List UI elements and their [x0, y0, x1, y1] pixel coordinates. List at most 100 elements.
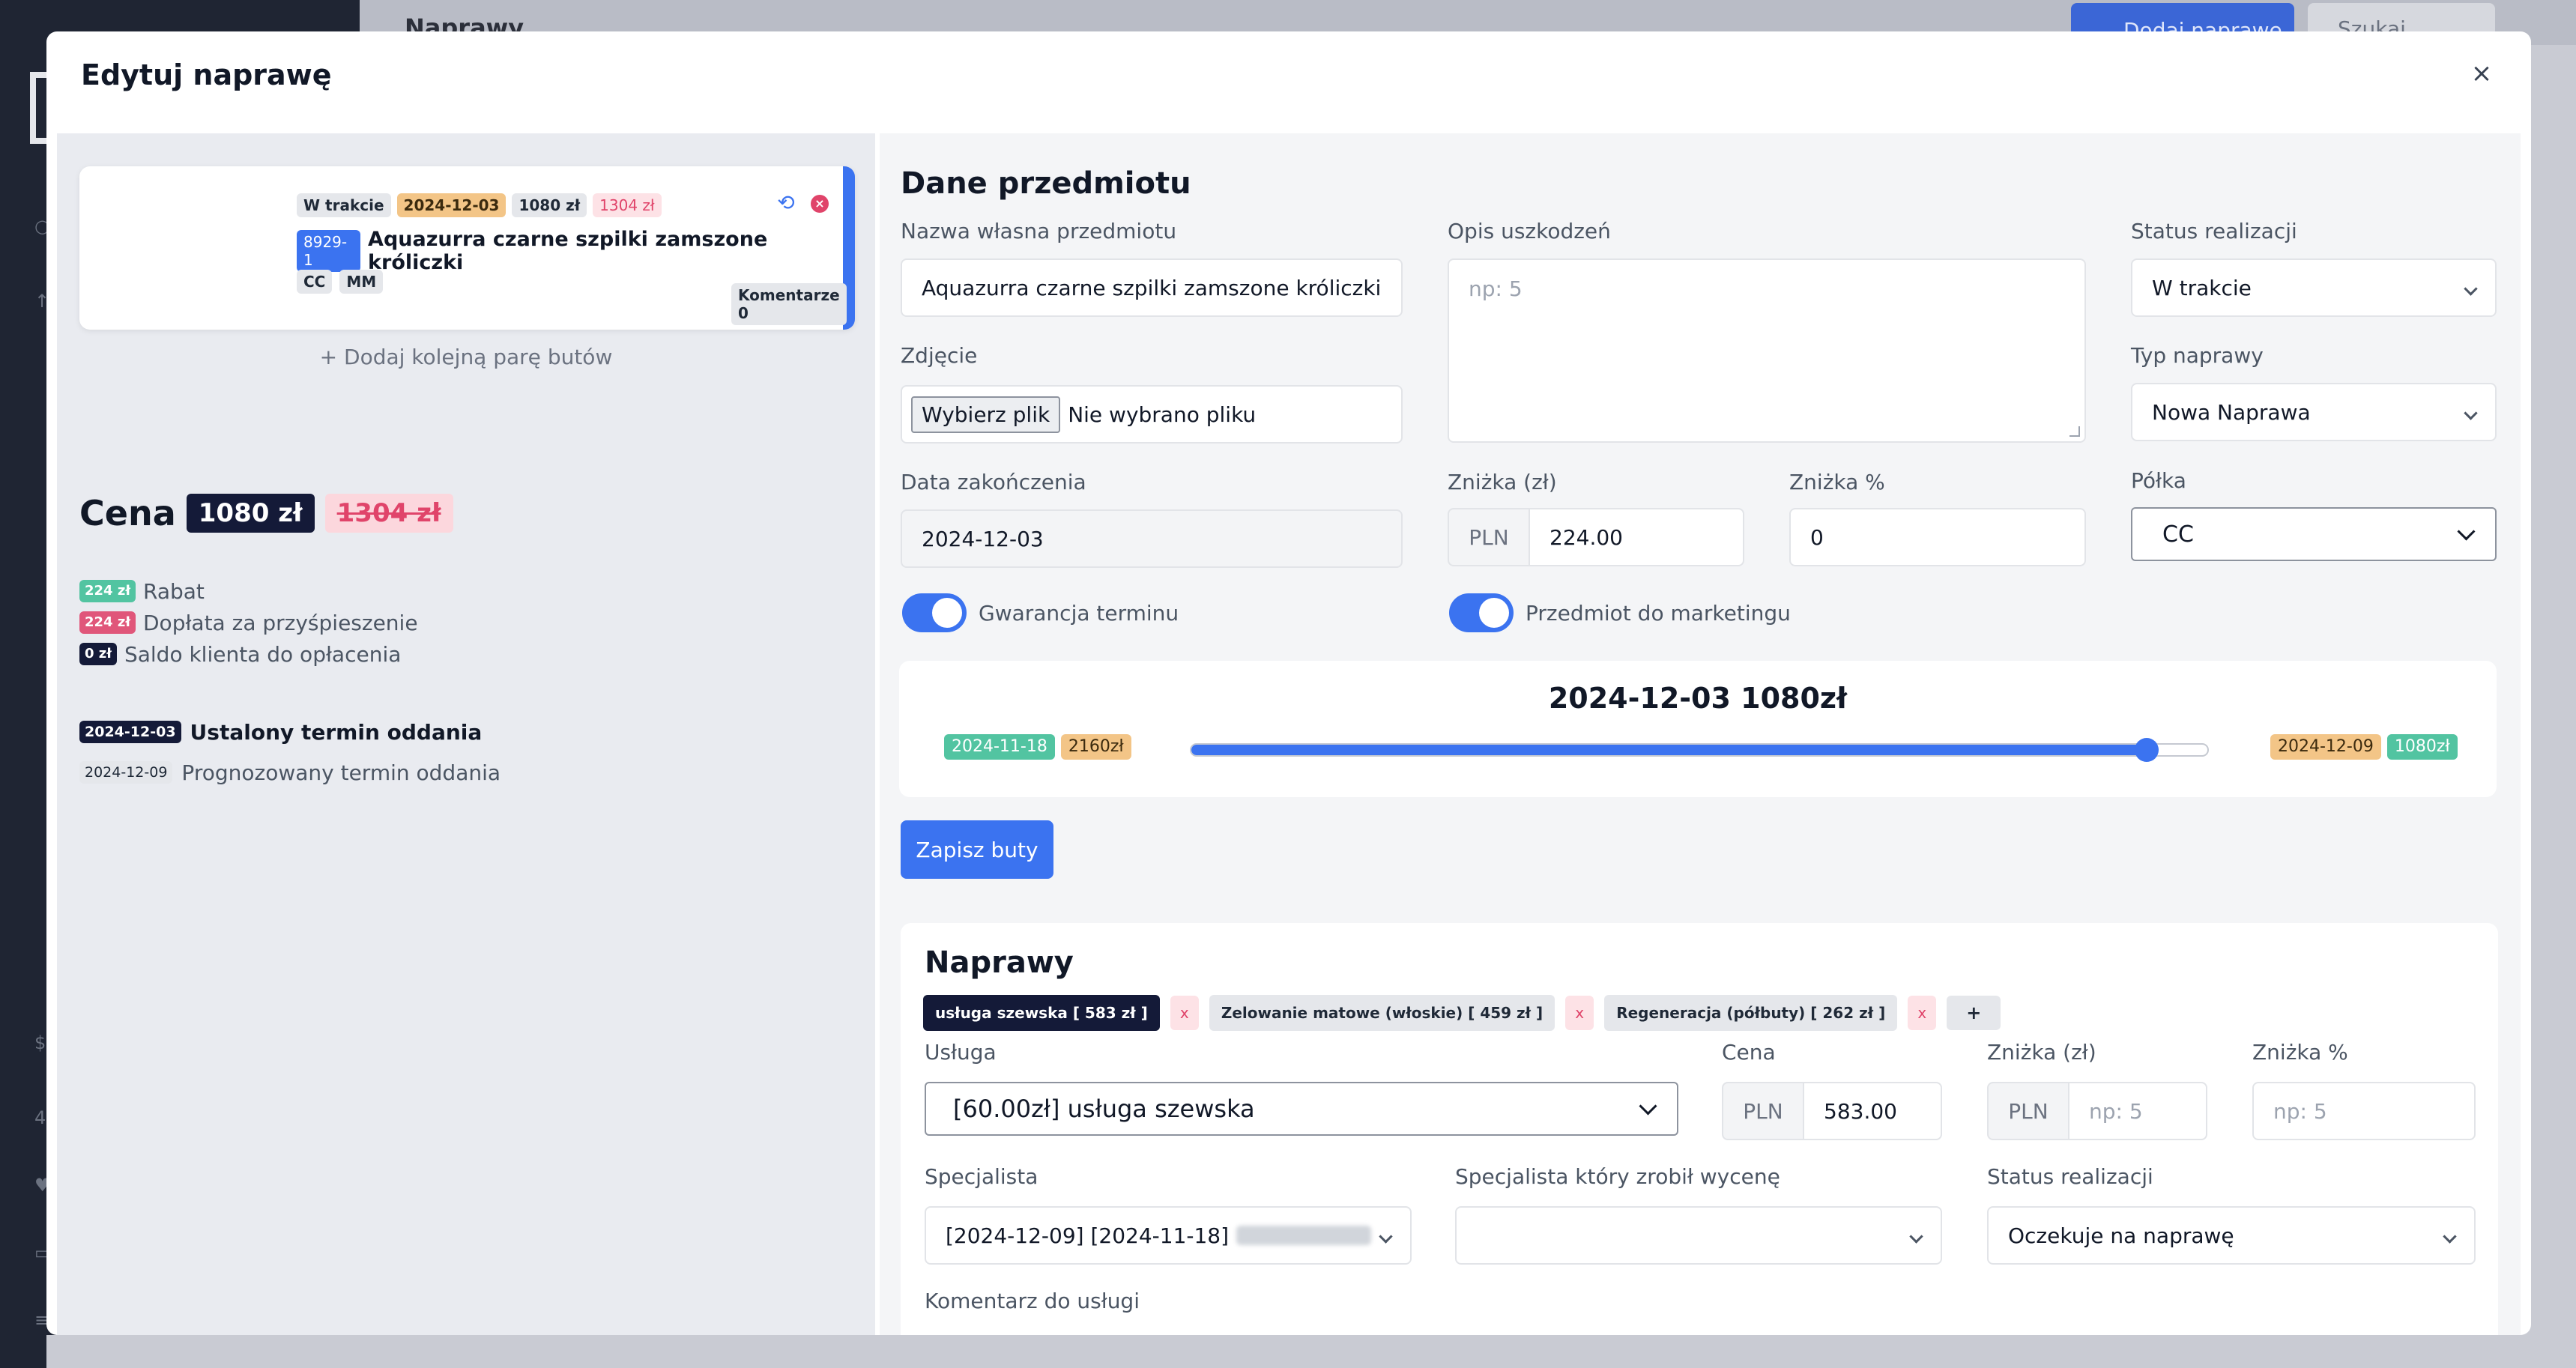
- photo-file-input[interactable]: Wybierz plik Nie wybrano pliku: [901, 385, 1403, 444]
- field-label: Data zakończenia: [901, 470, 1086, 494]
- section-title: Naprawy: [925, 945, 1074, 980]
- slider-min: 2024-11-18 2160zł: [944, 734, 1131, 760]
- item-name-input[interactable]: Aquazurra czarne szpilki zamszone królic…: [901, 258, 1403, 317]
- add-service-button[interactable]: +: [1947, 996, 2001, 1030]
- damage-description-textarea[interactable]: np: 5: [1448, 258, 2086, 443]
- service-chip[interactable]: Zelowanie matowe (włoskie) [ 459 zł ]: [1209, 995, 1555, 1031]
- current-price: 1080 zł: [186, 494, 315, 533]
- blurred-name: [1236, 1226, 1372, 1245]
- term-label: Ustalony termin oddania: [190, 719, 483, 745]
- field-label: Zniżka (zł): [1987, 1040, 2096, 1065]
- field-label: Opis uszkodzeń: [1448, 219, 1611, 243]
- status-select[interactable]: W trakcie: [2131, 258, 2497, 317]
- remove-service-button[interactable]: x: [1565, 996, 1594, 1030]
- deadline-slider-card: 2024-12-03 1080zł 2024-11-18 2160zł 2024…: [899, 661, 2497, 797]
- remove-icon[interactable]: ×: [811, 195, 829, 213]
- field-label: Status realizacji: [2131, 219, 2297, 243]
- repair-type-select[interactable]: Nowa Naprawa: [2131, 383, 2497, 441]
- tag-badge: CC: [297, 270, 333, 294]
- shelf-select[interactable]: CC: [2131, 507, 2497, 561]
- summary-pane: W trakcie 2024-12-03 1080 zł 1304 zł ⟲ ×…: [57, 133, 875, 1335]
- currency-addon: PLN: [1722, 1082, 1804, 1140]
- card-title-row: 8929-1 Aquazurra czarne szpilki zamszone…: [297, 228, 843, 274]
- price-label: Cena: [79, 493, 176, 533]
- add-pair-link[interactable]: + Dodaj kolejną parę butów: [57, 345, 875, 369]
- shoe-card[interactable]: W trakcie 2024-12-03 1080 zł 1304 zł ⟲ ×…: [79, 166, 855, 330]
- detail-label: Rabat: [143, 578, 205, 604]
- guarantee-toggle[interactable]: [902, 593, 967, 632]
- specialist-select[interactable]: [2024-12-09] [2024-11-18]: [925, 1206, 1412, 1265]
- field-label: Specjalista który zrobił wycenę: [1455, 1164, 1780, 1189]
- price-badge: 1080 zł: [512, 193, 587, 217]
- discount-pln-input[interactable]: 224.00: [1529, 508, 1744, 566]
- list-item: 2024-12-09 Prognozowany termin oddania: [79, 752, 501, 793]
- field-label: Specjalista: [925, 1164, 1038, 1189]
- end-date-input[interactable]: 2024-12-03: [901, 509, 1403, 568]
- choose-file-button[interactable]: Wybierz plik: [911, 396, 1061, 433]
- service-price-input[interactable]: 583.00: [1803, 1082, 1942, 1140]
- resize-handle-icon[interactable]: [2069, 426, 2080, 437]
- remove-service-button[interactable]: x: [1170, 996, 1199, 1030]
- field-label: Status realizacji: [1987, 1164, 2153, 1189]
- service-tags: usługa szewska [ 583 zł ] x Zelowanie ma…: [923, 995, 2001, 1031]
- date-badge: 2024-12-09: [79, 761, 173, 784]
- file-status: Nie wybrano pliku: [1068, 402, 1257, 427]
- field-label: Cena: [1722, 1040, 1776, 1065]
- field-label: Zniżka (zł): [1448, 470, 1557, 494]
- card-badges: W trakcie 2024-12-03 1080 zł 1304 zł: [297, 193, 662, 217]
- item-name: Aquazurra czarne szpilki zamszone królic…: [368, 228, 768, 274]
- specialist-value: [2024-12-09] [2024-11-18]: [946, 1223, 1230, 1248]
- field-label: Typ naprawy: [2131, 343, 2264, 368]
- field-label: Półka: [2131, 468, 2186, 493]
- history-icon[interactable]: ⟲: [775, 192, 797, 214]
- price-summary: Cena 1080 zł 1304 zł: [79, 493, 453, 533]
- field-label: Usługa: [925, 1040, 997, 1065]
- slider-fill: [1191, 745, 2147, 755]
- discount-percent-input[interactable]: 0: [1789, 508, 2086, 566]
- min-date-badge: 2024-11-18: [944, 734, 1055, 760]
- backdrop-strip: [46, 1335, 2531, 1368]
- term-label: Prognozowany termin oddania: [181, 760, 501, 785]
- detail-label: Saldo klienta do opłacenia: [124, 641, 402, 667]
- price-details: 224 zł Rabat 224 zł Dopłata za przyśpies…: [79, 575, 418, 670]
- comments-badge[interactable]: Komentarze 0: [731, 283, 847, 325]
- deadline-slider[interactable]: [1190, 738, 2209, 762]
- service-select[interactable]: [60.00zł] usługa szewska: [925, 1082, 1678, 1136]
- term-list: 2024-12-03 Ustalony termin oddania 2024-…: [79, 712, 501, 793]
- old-price-badge: 1304 zł: [593, 193, 662, 217]
- modal-title: Edytuj naprawę: [81, 58, 332, 91]
- close-icon[interactable]: ×: [2467, 58, 2497, 88]
- max-date-badge: 2024-12-09: [2270, 734, 2381, 760]
- service-chip[interactable]: Regeneracja (półbuty) [ 262 zł ]: [1604, 995, 1898, 1031]
- detail-label: Dopłata za przyśpieszenie: [143, 610, 418, 635]
- placeholder-text: np: 5: [1469, 276, 1523, 301]
- field-label: Zdjęcie: [901, 343, 978, 368]
- currency-addon: PLN: [1987, 1082, 2069, 1140]
- modal-header: Edytuj naprawę ×: [46, 31, 2531, 133]
- slider-thumb[interactable]: [2134, 738, 2159, 762]
- date-badge: 2024-12-03: [79, 721, 181, 743]
- date-badge: 2024-12-03: [396, 193, 507, 217]
- service-discount-pln-input[interactable]: np: 5: [2068, 1082, 2207, 1140]
- field-label: Zniżka %: [2252, 1040, 2348, 1065]
- amount-badge: 0 zł: [79, 643, 117, 665]
- list-item: 224 zł Rabat: [79, 575, 418, 607]
- service-status-select[interactable]: Oczekuje na naprawę: [1987, 1206, 2476, 1265]
- slider-max: 2024-12-09 1080zł: [2270, 734, 2458, 760]
- item-id-badge: 8929-1: [297, 230, 361, 272]
- old-price: 1304 zł: [324, 494, 453, 533]
- list-item: 0 zł Saldo klienta do opłacenia: [79, 638, 418, 670]
- list-item: 2024-12-03 Ustalony termin oddania: [79, 712, 501, 752]
- min-price-badge: 2160zł: [1060, 734, 1131, 760]
- save-shoes-button[interactable]: Zapisz buty: [901, 820, 1053, 879]
- max-price-badge: 1080zł: [2386, 734, 2458, 760]
- marketing-toggle[interactable]: [1449, 593, 1514, 632]
- service-discount-percent-input[interactable]: np: 5: [2252, 1082, 2476, 1140]
- service-chip[interactable]: usługa szewska [ 583 zł ]: [923, 995, 1160, 1031]
- field-label: Nazwa własna przedmiotu: [901, 219, 1177, 243]
- field-label: Komentarz do usługi: [925, 1289, 1140, 1313]
- estimator-select[interactable]: [1455, 1206, 1942, 1265]
- slider-title: 2024-12-03 1080zł: [1548, 682, 1848, 715]
- remove-service-button[interactable]: x: [1908, 996, 1937, 1030]
- currency-addon: PLN: [1448, 508, 1530, 566]
